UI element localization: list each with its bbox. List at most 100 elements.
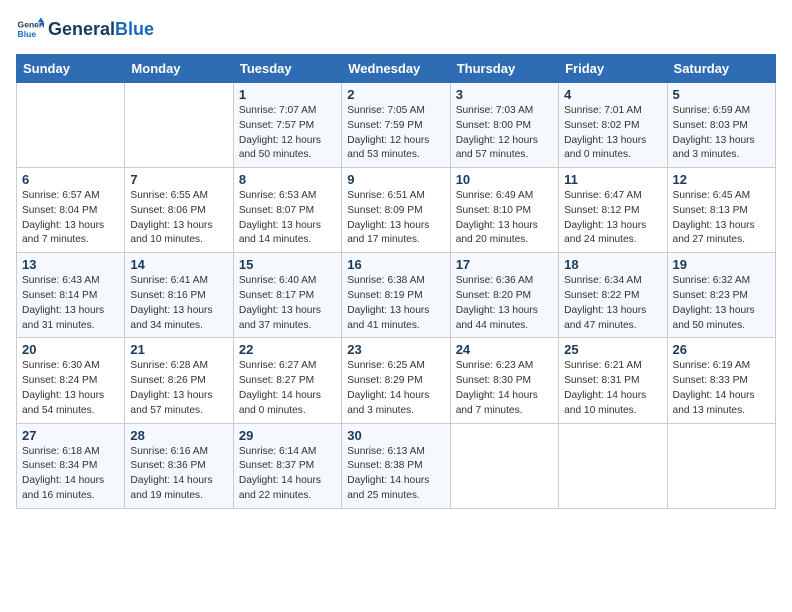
logo-icon: General Blue: [16, 16, 44, 44]
calendar-cell: 15 Sunrise: 6:40 AM Sunset: 8:17 PM Dayli…: [233, 253, 341, 338]
day-info: Sunrise: 6:23 AM Sunset: 8:30 PM Dayligh…: [456, 359, 553, 418]
calendar-cell: [559, 423, 667, 508]
day-info: Sunrise: 6:45 AM Sunset: 8:13 PM Dayligh…: [673, 189, 770, 248]
calendar-cell: 30 Sunrise: 6:13 AM Sunset: 8:38 PM Dayli…: [342, 423, 450, 508]
day-number: 25: [564, 342, 661, 357]
day-number: 7: [130, 172, 227, 187]
calendar-cell: 14 Sunrise: 6:41 AM Sunset: 8:16 PM Dayli…: [125, 253, 233, 338]
calendar-cell: 22 Sunrise: 6:27 AM Sunset: 8:27 PM Dayli…: [233, 338, 341, 423]
svg-text:Blue: Blue: [18, 29, 37, 39]
day-number: 6: [22, 172, 119, 187]
day-info: Sunrise: 6:30 AM Sunset: 8:24 PM Dayligh…: [22, 359, 119, 418]
day-info: Sunrise: 7:05 AM Sunset: 7:59 PM Dayligh…: [347, 104, 444, 163]
day-number: 10: [456, 172, 553, 187]
day-number: 5: [673, 87, 770, 102]
day-number: 13: [22, 257, 119, 272]
calendar-week-row: 1Sunrise: 7:07 AM Sunset: 7:57 PM Daylig…: [17, 83, 776, 168]
day-info: Sunrise: 6:49 AM Sunset: 8:10 PM Dayligh…: [456, 189, 553, 248]
calendar-week-row: 20 Sunrise: 6:30 AM Sunset: 8:24 PM Dayli…: [17, 338, 776, 423]
calendar-body: 1Sunrise: 7:07 AM Sunset: 7:57 PM Daylig…: [17, 83, 776, 509]
day-number: 29: [239, 428, 336, 443]
day-number: 20: [22, 342, 119, 357]
day-info: Sunrise: 6:40 AM Sunset: 8:17 PM Dayligh…: [239, 274, 336, 333]
day-number: 26: [673, 342, 770, 357]
day-number: 3: [456, 87, 553, 102]
day-number: 18: [564, 257, 661, 272]
day-info: Sunrise: 6:53 AM Sunset: 8:07 PM Dayligh…: [239, 189, 336, 248]
day-number: 30: [347, 428, 444, 443]
weekday-header-cell: Thursday: [450, 55, 558, 83]
calendar-cell: 7Sunrise: 6:55 AM Sunset: 8:06 PM Daylig…: [125, 168, 233, 253]
day-info: Sunrise: 6:27 AM Sunset: 8:27 PM Dayligh…: [239, 359, 336, 418]
day-info: Sunrise: 6:59 AM Sunset: 8:03 PM Dayligh…: [673, 104, 770, 163]
calendar-cell: [450, 423, 558, 508]
page-header: General Blue GeneralBlue: [16, 16, 776, 44]
day-info: Sunrise: 6:38 AM Sunset: 8:19 PM Dayligh…: [347, 274, 444, 333]
day-info: Sunrise: 6:51 AM Sunset: 8:09 PM Dayligh…: [347, 189, 444, 248]
day-info: Sunrise: 6:13 AM Sunset: 8:38 PM Dayligh…: [347, 445, 444, 504]
day-number: 9: [347, 172, 444, 187]
calendar-cell: 11 Sunrise: 6:47 AM Sunset: 8:12 PM Dayli…: [559, 168, 667, 253]
calendar-cell: 2 Sunrise: 7:05 AM Sunset: 7:59 PM Daylig…: [342, 83, 450, 168]
calendar-cell: [667, 423, 775, 508]
calendar-cell: 17Sunrise: 6:36 AM Sunset: 8:20 PM Dayli…: [450, 253, 558, 338]
logo-text: GeneralBlue: [48, 20, 154, 40]
day-info: Sunrise: 6:32 AM Sunset: 8:23 PM Dayligh…: [673, 274, 770, 333]
day-info: Sunrise: 6:28 AM Sunset: 8:26 PM Dayligh…: [130, 359, 227, 418]
weekday-header-cell: Saturday: [667, 55, 775, 83]
day-info: Sunrise: 6:14 AM Sunset: 8:37 PM Dayligh…: [239, 445, 336, 504]
day-info: Sunrise: 6:21 AM Sunset: 8:31 PM Dayligh…: [564, 359, 661, 418]
calendar-cell: 10 Sunrise: 6:49 AM Sunset: 8:10 PM Dayli…: [450, 168, 558, 253]
logo: General Blue GeneralBlue: [16, 16, 154, 44]
calendar-cell: 13Sunrise: 6:43 AM Sunset: 8:14 PM Dayli…: [17, 253, 125, 338]
calendar-cell: 3Sunrise: 7:03 AM Sunset: 8:00 PM Daylig…: [450, 83, 558, 168]
calendar-cell: 19 Sunrise: 6:32 AM Sunset: 8:23 PM Dayli…: [667, 253, 775, 338]
calendar-cell: 25 Sunrise: 6:21 AM Sunset: 8:31 PM Dayli…: [559, 338, 667, 423]
day-number: 22: [239, 342, 336, 357]
weekday-header-row: SundayMondayTuesdayWednesdayThursdayFrid…: [17, 55, 776, 83]
calendar-cell: 4 Sunrise: 7:01 AM Sunset: 8:02 PM Daylig…: [559, 83, 667, 168]
calendar-cell: 18Sunrise: 6:34 AM Sunset: 8:22 PM Dayli…: [559, 253, 667, 338]
day-info: Sunrise: 6:41 AM Sunset: 8:16 PM Dayligh…: [130, 274, 227, 333]
day-info: Sunrise: 7:01 AM Sunset: 8:02 PM Dayligh…: [564, 104, 661, 163]
weekday-header-cell: Wednesday: [342, 55, 450, 83]
calendar-week-row: 13Sunrise: 6:43 AM Sunset: 8:14 PM Dayli…: [17, 253, 776, 338]
day-number: 12: [673, 172, 770, 187]
day-number: 14: [130, 257, 227, 272]
day-info: Sunrise: 6:19 AM Sunset: 8:33 PM Dayligh…: [673, 359, 770, 418]
calendar-cell: 29 Sunrise: 6:14 AM Sunset: 8:37 PM Dayli…: [233, 423, 341, 508]
weekday-header-cell: Sunday: [17, 55, 125, 83]
day-number: 4: [564, 87, 661, 102]
day-number: 2: [347, 87, 444, 102]
day-number: 1: [239, 87, 336, 102]
weekday-header-cell: Monday: [125, 55, 233, 83]
calendar-cell: 20 Sunrise: 6:30 AM Sunset: 8:24 PM Dayli…: [17, 338, 125, 423]
calendar-cell: 8 Sunrise: 6:53 AM Sunset: 8:07 PM Daylig…: [233, 168, 341, 253]
day-info: Sunrise: 6:18 AM Sunset: 8:34 PM Dayligh…: [22, 445, 119, 504]
day-number: 15: [239, 257, 336, 272]
calendar-cell: 9 Sunrise: 6:51 AM Sunset: 8:09 PM Daylig…: [342, 168, 450, 253]
day-info: Sunrise: 6:25 AM Sunset: 8:29 PM Dayligh…: [347, 359, 444, 418]
day-number: 21: [130, 342, 227, 357]
calendar-cell: 24 Sunrise: 6:23 AM Sunset: 8:30 PM Dayli…: [450, 338, 558, 423]
calendar-cell: 16 Sunrise: 6:38 AM Sunset: 8:19 PM Dayli…: [342, 253, 450, 338]
calendar-cell: 1Sunrise: 7:07 AM Sunset: 7:57 PM Daylig…: [233, 83, 341, 168]
day-number: 11: [564, 172, 661, 187]
calendar-cell: 5 Sunrise: 6:59 AM Sunset: 8:03 PM Daylig…: [667, 83, 775, 168]
day-number: 8: [239, 172, 336, 187]
day-info: Sunrise: 6:47 AM Sunset: 8:12 PM Dayligh…: [564, 189, 661, 248]
calendar-cell: 27Sunrise: 6:18 AM Sunset: 8:34 PM Dayli…: [17, 423, 125, 508]
day-number: 24: [456, 342, 553, 357]
day-info: Sunrise: 6:57 AM Sunset: 8:04 PM Dayligh…: [22, 189, 119, 248]
day-number: 23: [347, 342, 444, 357]
calendar-table: SundayMondayTuesdayWednesdayThursdayFrid…: [16, 54, 776, 509]
weekday-header-cell: Tuesday: [233, 55, 341, 83]
calendar-week-row: 27Sunrise: 6:18 AM Sunset: 8:34 PM Dayli…: [17, 423, 776, 508]
day-number: 16: [347, 257, 444, 272]
day-number: 19: [673, 257, 770, 272]
day-info: Sunrise: 6:16 AM Sunset: 8:36 PM Dayligh…: [130, 445, 227, 504]
calendar-week-row: 6 Sunrise: 6:57 AM Sunset: 8:04 PM Daylig…: [17, 168, 776, 253]
weekday-header-cell: Friday: [559, 55, 667, 83]
calendar-cell: 12 Sunrise: 6:45 AM Sunset: 8:13 PM Dayli…: [667, 168, 775, 253]
calendar-cell: 23 Sunrise: 6:25 AM Sunset: 8:29 PM Dayli…: [342, 338, 450, 423]
